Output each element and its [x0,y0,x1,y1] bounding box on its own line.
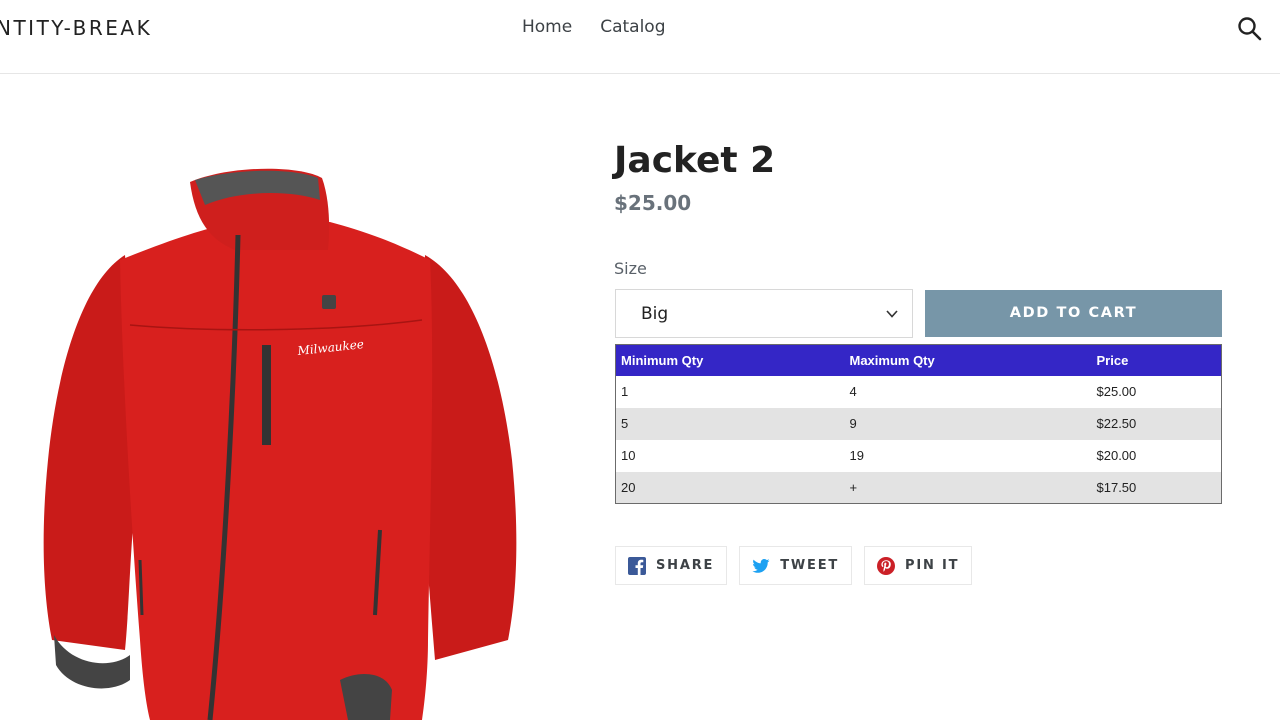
chevron-down-icon [886,310,898,318]
pinterest-icon [877,556,896,575]
min-qty-cell: 20 [615,471,845,504]
share-pinterest-button[interactable]: PIN IT [864,546,973,585]
max-qty-cell: 9 [844,407,1092,440]
min-qty-cell: 5 [615,407,845,440]
jacket-illustration: Milwaukee [43,168,517,720]
min-qty-cell: 1 [621,384,629,399]
share-twitter-label: TWEET [780,558,840,573]
nav-link-catalog[interactable]: Catalog [600,17,665,37]
min-qty-cell: 10 [621,448,636,463]
nav-link-home[interactable]: Home [522,17,572,37]
header-minimum-qty: Minimum Qty [615,344,845,376]
facebook-icon [628,556,646,575]
table-row: 1 4 $25.00 [616,376,1222,408]
twitter-icon [752,558,770,573]
max-qty-cell: 19 [849,448,864,463]
price-cell: $20.00 [1096,448,1137,463]
size-label: Size [614,259,647,278]
share-pinterest-label: PIN IT [905,558,960,573]
table-row: 20 + $17.50 [615,471,1222,504]
table-header-row: Minimum Qty Maximum Qty Price [615,344,1222,376]
share-twitter-button[interactable]: TWEET [739,546,853,585]
max-qty-cell: + [844,471,1092,504]
main-nav: Home Catalog [522,17,666,37]
price-cell: $22.50 [1091,407,1222,440]
size-selected-value: Big [641,303,669,324]
price-cell: $17.50 [1091,471,1222,504]
search-icon [1238,17,1262,41]
quantity-break-table: Minimum Qty Maximum Qty Price 1 4 $25.00… [615,344,1222,504]
max-qty-cell: 4 [849,384,857,399]
share-facebook-label: SHARE [656,558,715,573]
share-facebook-button[interactable]: SHARE [615,546,728,585]
header-maximum-qty: Maximum Qty [844,344,1092,376]
product-image[interactable]: Milwaukee [30,160,530,720]
social-share-row: SHARE TWEET PIN IT [615,546,973,585]
table-row: 10 19 $20.00 [616,440,1222,472]
header-price: Price [1091,344,1222,376]
search-button[interactable] [1236,15,1264,43]
add-to-cart-button[interactable]: ADD TO CART [925,290,1222,337]
table-row: 5 9 $22.50 [615,407,1222,440]
product-price: $25.00 [614,191,692,215]
store-logo[interactable]: NTITY-BREAK [0,16,152,40]
price-cell: $25.00 [1096,384,1137,399]
product-title: Jacket 2 [614,140,776,181]
size-select[interactable]: Big [615,289,913,338]
site-header: NTITY-BREAK Home Catalog [0,0,1280,74]
